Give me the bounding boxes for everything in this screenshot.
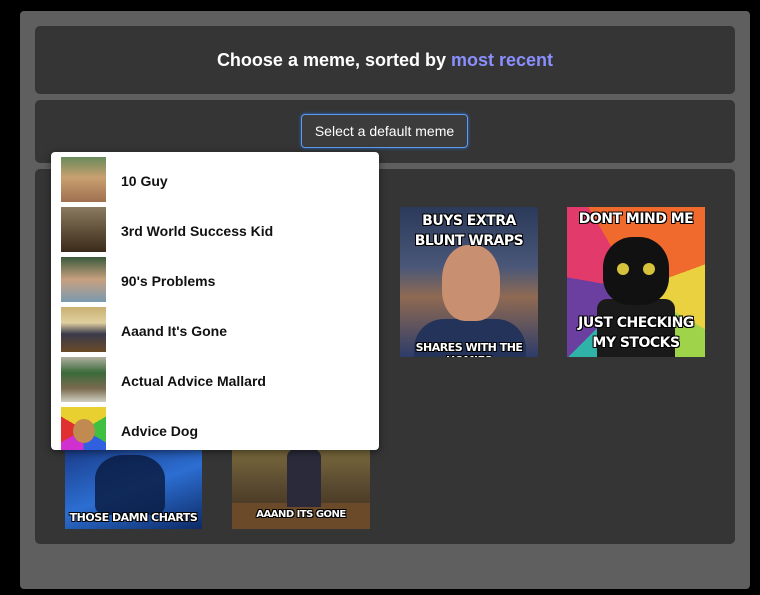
meme-caption-bottom: JUST CHECKING MY STOCKS xyxy=(578,315,694,351)
dropdown-item-label: 10 Guy xyxy=(121,173,168,189)
sort-order-link[interactable]: most recent xyxy=(451,50,553,71)
aaand-its-gone-thumbnail-icon xyxy=(61,307,106,352)
advice-dog-thumbnail-icon xyxy=(61,407,106,450)
meme-dropdown-list[interactable]: 10 Guy 3rd World Success Kid 90's Proble… xyxy=(51,152,379,450)
dropdown-item-90s-problems[interactable]: 90's Problems xyxy=(51,252,379,302)
page-title: Choose a meme, sorted by most recent xyxy=(35,26,735,94)
dropdown-item-label: 90's Problems xyxy=(121,273,216,289)
3rd-world-success-kid-thumbnail-icon xyxy=(61,207,106,252)
dropdown-item-3rd-world-success-kid[interactable]: 3rd World Success Kid xyxy=(51,202,379,252)
cat-eye-icon xyxy=(617,263,629,275)
meme-face xyxy=(603,237,669,305)
meme-caption-top: BUYS EXTRA BLUNT WRAPS xyxy=(414,213,524,249)
meme-thumbnail-good-guy-greg[interactable]: BUYS EXTRA BLUNT WRAPS SHARES WITH THE H… xyxy=(400,207,538,357)
dropdown-item-aaand-its-gone[interactable]: Aaand It's Gone xyxy=(51,302,379,352)
meme-caption-top: DONT MIND ME xyxy=(578,211,694,227)
meme-caption-bottom: SHARES WITH THE HOMIES xyxy=(415,341,523,357)
dropdown-item-label: Actual Advice Mallard xyxy=(121,373,266,389)
meme-figure xyxy=(287,449,321,507)
cat-eye-icon xyxy=(643,263,655,275)
dropdown-item-label: Advice Dog xyxy=(121,423,199,439)
title-prefix: Choose a meme, sorted by xyxy=(216,49,447,70)
header-panel: Choose a meme, sorted by most recent xyxy=(35,26,735,94)
dog-face-icon xyxy=(73,419,95,443)
dropdown-item-advice-dog[interactable]: Advice Dog xyxy=(51,402,379,450)
meme-figure xyxy=(95,455,165,515)
meme-thumbnail-business-cat[interactable]: DONT MIND ME JUST CHECKING MY STOCKS xyxy=(567,207,705,357)
dropdown-item-actual-advice-mallard[interactable]: Actual Advice Mallard xyxy=(51,352,379,402)
10-guy-thumbnail-icon xyxy=(61,157,106,202)
meme-caption-bottom: AAAND ITS GONE xyxy=(256,509,346,520)
meme-thumbnail-aaand-its-gone[interactable]: AAAND ITS GONE xyxy=(232,449,370,529)
meme-thumbnail-those-damn-charts[interactable]: THOSE DAMN CHARTS xyxy=(65,449,202,529)
dropdown-item-label: Aaand It's Gone xyxy=(121,323,228,339)
select-default-meme-button[interactable]: Select a default meme xyxy=(301,114,468,148)
meme-caption-bottom: THOSE DAMN CHARTS xyxy=(69,511,198,524)
dropdown-item-10-guy[interactable]: 10 Guy xyxy=(51,152,379,202)
90s-problems-thumbnail-icon xyxy=(61,257,106,302)
dropdown-item-label: 3rd World Success Kid xyxy=(121,223,274,239)
meme-face xyxy=(442,245,500,321)
actual-advice-mallard-thumbnail-icon xyxy=(61,357,106,402)
